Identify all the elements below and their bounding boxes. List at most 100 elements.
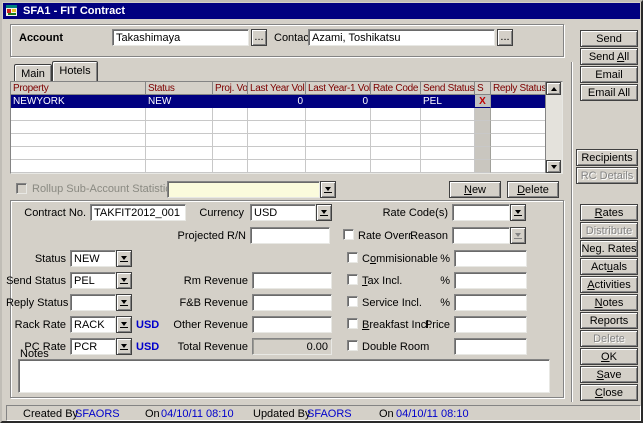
column-header-send-status[interactable]: Send Status [421,82,475,95]
scroll-up-button[interactable] [546,82,561,95]
ok-button[interactable]: OK [580,348,638,365]
tab-hotels[interactable]: Hotels [52,61,98,81]
rate-codes-combo[interactable] [452,204,510,221]
rack-rate-combo[interactable]: RACK [70,316,116,333]
account-input[interactable]: Takashimaya [112,29,249,46]
close-button[interactable]: Close [580,384,638,401]
status-combo[interactable]: NEW [70,250,116,267]
breakfast-price-input[interactable] [454,316,527,333]
commissionable-checkbox[interactable] [347,252,358,263]
commissionable-percent-input[interactable] [454,250,527,267]
contact-input[interactable]: Azami, Toshikatsu [308,29,495,46]
rollup-combo-input[interactable] [167,181,320,198]
app-window: SFA1 - FIT Contract Account Takashimaya … [0,0,643,423]
fb-revenue-label: F&B Revenue [162,297,248,310]
created-by-value: SFAORS [75,408,120,420]
other-revenue-input[interactable] [252,316,332,333]
email-button[interactable]: Email [580,66,638,83]
neg-rates-button[interactable]: Neg. Rates [580,240,638,257]
rc-details-button[interactable]: RC Details [576,167,638,184]
pc-rate-combo[interactable]: PCR [70,338,116,355]
activities-button[interactable]: Activities [580,276,638,293]
distribute-button[interactable]: Distribute [580,222,638,239]
recipients-button[interactable]: Recipients [576,149,638,166]
reason-label: Reason [402,230,448,243]
send-status-combo[interactable]: PEL [70,272,116,289]
table-row-empty[interactable] [11,134,546,147]
table-row-empty[interactable] [11,121,546,134]
rate-codes-combo-arrow[interactable] [510,204,526,221]
rollup-combo-arrow[interactable] [320,181,336,198]
service-percent-label: % [432,297,450,310]
actuals-button[interactable]: Actuals [580,258,638,275]
table-row-empty[interactable] [11,108,546,121]
currency-combo-arrow[interactable] [316,204,332,221]
fb-revenue-input[interactable] [252,294,332,311]
rack-rate-combo-arrow[interactable] [116,316,132,333]
rate-overr-checkbox[interactable] [343,229,354,240]
cell-proj-vol [213,95,248,108]
column-header-status[interactable]: Status [146,82,213,95]
created-on-value: 04/10/11 08:10 [161,408,234,420]
email-all-button[interactable]: Email All [580,84,638,101]
notes-button[interactable]: Notes [580,294,638,311]
send-all-button[interactable]: Send All [580,48,638,65]
column-header-property[interactable]: Property [11,82,146,95]
send-status-combo-arrow[interactable] [116,272,132,289]
reply-status-combo-arrow[interactable] [116,294,132,311]
tax-incl-checkbox[interactable] [347,274,358,285]
column-header-last-year-1-vol[interactable]: Last Year-1 Vol [306,82,371,95]
pc-rate-currency-tag: USD [136,341,159,354]
table-header-row: Property Status Proj. Vol Last Year Vol … [11,82,546,95]
breakfast-price-label: Price [416,319,450,332]
notes-textarea[interactable] [18,359,550,393]
rack-rate-label: Rack Rate [6,319,66,332]
updated-on-label: On [379,408,394,420]
column-header-proj-vol[interactable]: Proj. Vol [213,82,248,95]
reason-combo-arrow[interactable] [510,227,526,244]
other-revenue-label: Other Revenue [162,319,248,332]
reply-status-label: Reply Status [6,297,66,310]
new-button[interactable]: New [449,181,501,198]
service-incl-checkbox[interactable] [347,296,358,307]
table-row-selected[interactable]: NEWYORK NEW 0 0 PEL X [11,95,546,108]
save-button[interactable]: Save [580,366,638,383]
column-header-rate-code[interactable]: Rate Code [371,82,421,95]
contract-no-input[interactable]: TAKFIT2012_001 [90,204,186,221]
rate-codes-label: Rate Code(s) [382,207,448,220]
delete-row-button[interactable]: Delete [507,181,559,198]
tab-main[interactable]: Main [14,64,52,81]
reports-button[interactable]: Reports [580,312,638,329]
reason-combo[interactable] [452,227,510,244]
delete-button[interactable]: Delete [580,330,638,347]
reply-status-combo[interactable] [70,294,116,311]
contact-browse-button[interactable]: ... [497,29,513,46]
projected-rn-input[interactable] [250,227,330,244]
double-room-input[interactable] [454,338,527,355]
cell-reply-status [491,95,546,108]
currency-combo[interactable]: USD [250,204,316,221]
send-button[interactable]: Send [580,30,638,47]
cell-last-year-1-vol: 0 [306,95,371,108]
column-header-reply-status[interactable]: Reply Status [491,82,546,95]
table-row-empty[interactable] [11,160,546,173]
column-header-s[interactable]: S [475,82,491,95]
send-status-label: Send Status [6,275,66,288]
service-percent-input[interactable] [454,294,527,311]
cell-last-year-vol: 0 [248,95,306,108]
account-browse-button[interactable]: ... [251,29,267,46]
tax-percent-input[interactable] [454,272,527,289]
breakfast-incl-checkbox[interactable] [347,318,358,329]
rates-button[interactable]: Rates [580,204,638,221]
table-row-empty[interactable] [11,147,546,160]
table-scrollbar[interactable] [545,82,562,173]
rollup-checkbox[interactable] [16,183,27,194]
rm-revenue-input[interactable] [252,272,332,289]
scroll-down-button[interactable] [546,160,561,173]
column-header-last-year-vol[interactable]: Last Year Vol [248,82,306,95]
double-room-checkbox[interactable] [347,340,358,351]
status-combo-arrow[interactable] [116,250,132,267]
hotels-table: Property Status Proj. Vol Last Year Vol … [10,81,563,174]
status-bar: Created By SFAORS On 04/10/11 08:10 Upda… [6,405,641,421]
pc-rate-combo-arrow[interactable] [116,338,132,355]
